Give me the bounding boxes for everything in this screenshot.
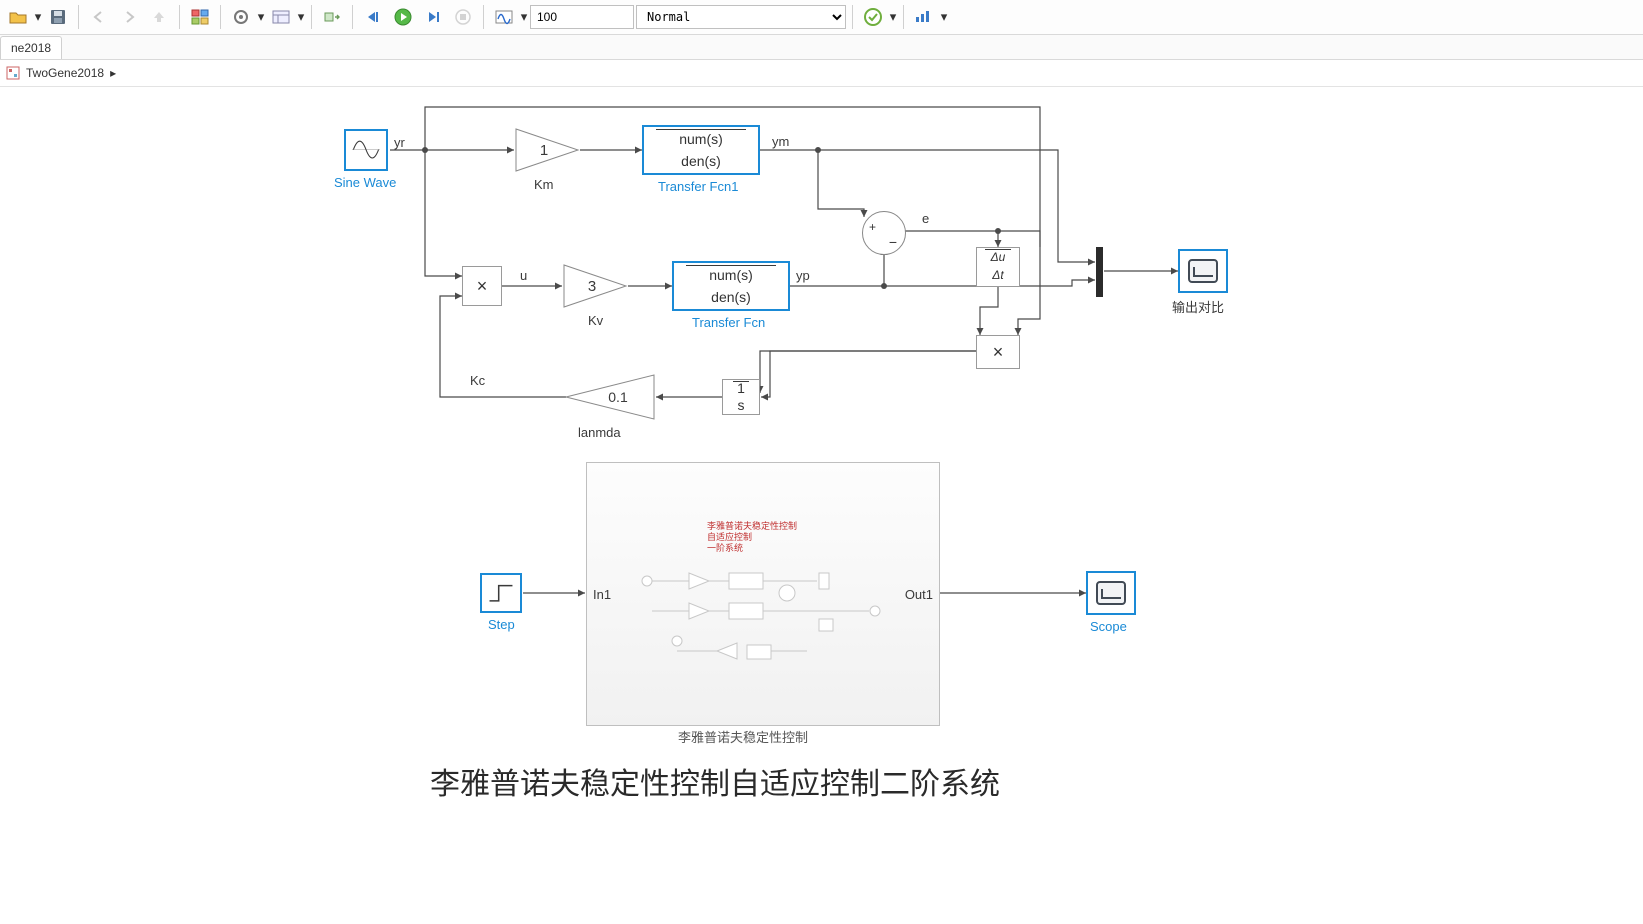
- sine-wave-block[interactable]: [344, 129, 388, 171]
- scope2-label: Scope: [1090, 619, 1127, 634]
- transfer-fcn1-block[interactable]: num(s) den(s): [642, 125, 760, 175]
- kv-label: Kv: [588, 313, 603, 328]
- svg-text:1: 1: [540, 142, 548, 159]
- svg-text:3: 3: [588, 278, 596, 295]
- subsystem-label: 李雅普诺夫稳定性控制: [678, 727, 808, 746]
- scope-icon: [1096, 581, 1126, 605]
- integ-num: 1: [723, 380, 759, 396]
- product1-block[interactable]: ×: [462, 266, 502, 306]
- sum-minus: −: [889, 234, 897, 250]
- product2-block[interactable]: ×: [976, 335, 1020, 369]
- gain-kv-block[interactable]: 3: [562, 263, 630, 309]
- stop-button[interactable]: [449, 3, 477, 31]
- save-button[interactable]: [44, 3, 72, 31]
- build-button[interactable]: [859, 3, 887, 31]
- deriv-den: Δt: [977, 268, 1019, 282]
- update-diagram-button[interactable]: [318, 3, 346, 31]
- toolbar: ▾ ▾ ▾ ▾ Normal: [0, 0, 1643, 35]
- tf1-den: den(s): [644, 153, 758, 169]
- breadcrumb: TwoGene2018 ▸: [0, 60, 1643, 87]
- model-icon: [6, 66, 20, 80]
- deploy-dropdown[interactable]: ▾: [940, 9, 948, 25]
- lanmda-label: lanmda: [578, 425, 621, 440]
- subsystem-thumbnail: [637, 563, 889, 693]
- derivative-block[interactable]: Δu Δt: [976, 247, 1020, 287]
- transfer-fcn-block[interactable]: num(s) den(s): [672, 261, 790, 311]
- forward-button[interactable]: [115, 3, 143, 31]
- model-canvas[interactable]: Sine Wave yr 1 Km num(s) den(s) Transfer…: [0, 87, 1643, 907]
- tf1-num: num(s): [644, 131, 758, 147]
- scope-icon: [1188, 259, 1218, 283]
- config-dropdown[interactable]: ▾: [257, 9, 265, 25]
- sum-block[interactable]: + −: [862, 211, 906, 255]
- sine-icon: [352, 137, 380, 162]
- deriv-num: Δu: [977, 250, 1019, 264]
- integrator-block[interactable]: 1 s: [722, 379, 760, 415]
- yp-signal-label: yp: [796, 268, 810, 283]
- scope1-label: 输出对比: [1172, 297, 1224, 316]
- build-dropdown[interactable]: ▾: [889, 9, 897, 25]
- sine-wave-label: Sine Wave: [334, 175, 396, 190]
- in1-port-label: In1: [593, 587, 611, 602]
- explorer-dropdown[interactable]: ▾: [297, 9, 305, 25]
- model-explorer-button[interactable]: [267, 3, 295, 31]
- tab-bar: ne2018: [0, 35, 1643, 60]
- record-button[interactable]: [490, 3, 518, 31]
- out1-port-label: Out1: [905, 587, 933, 602]
- kc-label: Kc: [470, 373, 485, 388]
- scope2-block[interactable]: [1086, 571, 1136, 615]
- gain-lanmda-block[interactable]: 0.1: [562, 373, 656, 421]
- library-browser-button[interactable]: [186, 3, 214, 31]
- scope1-block[interactable]: [1178, 249, 1228, 293]
- open-button[interactable]: [4, 3, 32, 31]
- stop-time-input[interactable]: [530, 5, 634, 29]
- simulation-mode-select[interactable]: Normal: [636, 5, 846, 29]
- step-icon: [488, 581, 514, 604]
- tf-label: Transfer Fcn: [692, 315, 765, 330]
- mux-block[interactable]: [1096, 247, 1103, 297]
- u-signal-label: u: [520, 268, 527, 283]
- subsystem-block[interactable]: In1 Out1 李雅普诺夫稳定性控制 自适应控制 一阶系统: [586, 462, 940, 726]
- km-label: Km: [534, 177, 554, 192]
- model-tab[interactable]: ne2018: [0, 36, 62, 59]
- record-dropdown[interactable]: ▾: [520, 9, 528, 25]
- sum-plus: +: [869, 220, 876, 234]
- footer-title: 李雅普诺夫稳定性控制自适应控制二阶系统: [430, 759, 1000, 803]
- e-signal-label: e: [922, 211, 929, 226]
- yr-signal-label: yr: [394, 135, 405, 150]
- model-config-button[interactable]: [227, 3, 255, 31]
- open-dropdown[interactable]: ▾: [34, 9, 42, 25]
- subsystem-red-text: 李雅普诺夫稳定性控制 自适应控制 一阶系统: [707, 521, 797, 553]
- svg-text:0.1: 0.1: [608, 389, 628, 405]
- integ-den: s: [723, 397, 759, 413]
- tf1-label: Transfer Fcn1: [658, 179, 738, 194]
- run-button[interactable]: [389, 3, 417, 31]
- step-label: Step: [488, 617, 515, 632]
- chevron-right-icon: ▸: [110, 66, 116, 80]
- deploy-button[interactable]: [910, 3, 938, 31]
- tf-num: num(s): [674, 267, 788, 283]
- gain-km-block[interactable]: 1: [514, 127, 582, 173]
- ym-signal-label: ym: [772, 134, 789, 149]
- breadcrumb-item[interactable]: TwoGene2018: [26, 66, 104, 80]
- step-back-button[interactable]: [359, 3, 387, 31]
- up-button[interactable]: [145, 3, 173, 31]
- step-forward-button[interactable]: [419, 3, 447, 31]
- tf-den: den(s): [674, 289, 788, 305]
- back-button[interactable]: [85, 3, 113, 31]
- step-block[interactable]: [480, 573, 522, 613]
